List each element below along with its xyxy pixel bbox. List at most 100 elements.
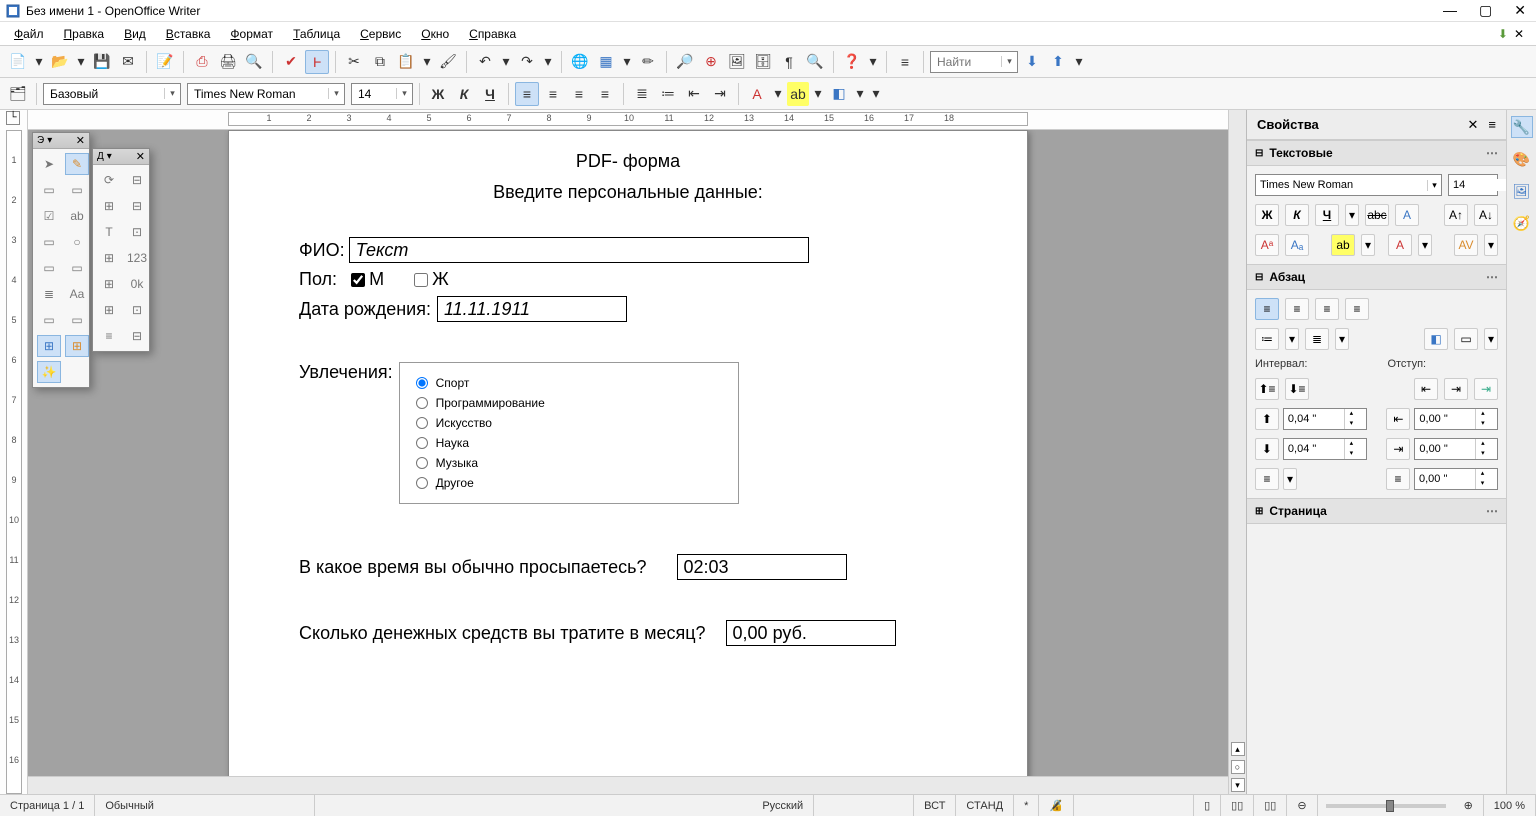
page-section-more[interactable]: ⋯ [1486, 504, 1498, 518]
status-lang[interactable]: Русский [752, 795, 814, 816]
sb-indent-dec[interactable]: ⇤ [1414, 378, 1438, 400]
control-6[interactable]: ○ [65, 231, 89, 253]
control-12[interactable]: ▭ [65, 309, 89, 331]
mcontrol-11[interactable]: ⊞ [97, 299, 121, 321]
sb-strike[interactable]: abc [1365, 204, 1389, 226]
zoom-value[interactable]: 100 % [1484, 795, 1536, 816]
vruler-scale[interactable]: 1 2 3 4 5 6 7 8 9 10 11 12 13 14 15 16 [6, 130, 22, 794]
sb-indent-left[interactable]: ▴▾ [1414, 408, 1498, 430]
control-11[interactable]: ▭ [37, 309, 61, 331]
sb-indent-inc[interactable]: ⇥ [1444, 378, 1468, 400]
paragraph-style-arrow[interactable]: ▾ [164, 88, 180, 99]
font-name-input[interactable] [188, 84, 328, 104]
find-input[interactable] [931, 52, 1001, 72]
hobby-listbox[interactable]: Спорт Программирование Искусство Наука М… [399, 362, 739, 504]
menu-help[interactable]: Справка [461, 25, 524, 43]
sb-bgcolor2[interactable]: ▭ [1454, 328, 1478, 350]
hobby-radio-4[interactable] [416, 457, 428, 469]
highlight-dropdown[interactable]: ▾ [811, 82, 825, 106]
page[interactable]: PDF- форма Введите персональные данные: … [228, 130, 1028, 776]
sb-indent-first[interactable]: ▴▾ [1414, 468, 1498, 490]
align-center-button[interactable]: ≡ [541, 82, 565, 106]
tab-styles[interactable]: 🎨 [1511, 148, 1533, 170]
font-size-combo[interactable]: ▾ [351, 83, 413, 105]
toolbox1-close[interactable]: ✕ [76, 134, 85, 147]
page-section-expand[interactable]: ⊞ [1255, 506, 1263, 517]
zoom-button[interactable]: 🔍 [803, 50, 827, 74]
sb-font-combo[interactable]: ▾ [1255, 174, 1442, 196]
toolbox2-close[interactable]: ✕ [136, 150, 145, 163]
fio-field[interactable]: Текст [349, 237, 809, 263]
sb-highlight[interactable]: ab [1331, 234, 1355, 256]
dob-field[interactable]: 11.11.1911 [437, 296, 627, 322]
para-section-collapse[interactable]: ⊟ [1255, 272, 1263, 283]
styles-window-button[interactable]: 🗂 [6, 82, 30, 106]
bg-color-dropdown[interactable]: ▾ [853, 82, 867, 106]
indent-dec-button[interactable]: ⇤ [682, 82, 706, 106]
sb-align-justify[interactable]: ≡ [1345, 298, 1369, 320]
para-section-more[interactable]: ⋯ [1486, 270, 1498, 284]
font-color-button[interactable]: A [745, 82, 769, 106]
find-dropdown-arrow[interactable]: ▾ [1001, 56, 1017, 67]
draw-button[interactable]: ✏ [636, 50, 660, 74]
control-9[interactable]: ≣ [37, 283, 61, 305]
edit-file-button[interactable]: 📝 [153, 50, 177, 74]
document-area[interactable]: PDF- форма Введите персональные данные: … [28, 130, 1228, 776]
control-1[interactable]: ▭ [37, 179, 61, 201]
tab-gallery[interactable]: 🖼 [1511, 180, 1533, 202]
horizontal-scrollbar[interactable] [28, 776, 1228, 794]
view-multi[interactable]: ▯▯ [1221, 795, 1254, 816]
toolbar2-overflow[interactable]: ▾ [869, 82, 883, 106]
mcontrol-5[interactable]: T [97, 221, 121, 243]
export-pdf-button[interactable]: ⎙ [190, 50, 214, 74]
zoom-out[interactable]: ⊖ [1287, 795, 1317, 816]
paste-button[interactable]: 📋 [394, 50, 418, 74]
control-8[interactable]: ▭ [65, 257, 89, 279]
sb-spacing-dd[interactable]: ▾ [1484, 234, 1498, 256]
control-3[interactable]: ☑ [37, 205, 61, 227]
sb-shadow[interactable]: A [1395, 204, 1419, 226]
status-outline[interactable] [1074, 795, 1194, 816]
menu-edit[interactable]: Правка [56, 25, 113, 43]
design-mode-button[interactable]: ✎ [65, 153, 89, 175]
toolbar1-overflow[interactable]: ▾ [1072, 50, 1086, 74]
sb-sub[interactable]: Aₐ [1285, 234, 1309, 256]
sb-size-combo[interactable]: ▾ [1448, 174, 1498, 196]
sb-hanging[interactable]: ⇥ [1474, 378, 1498, 400]
select-tool[interactable]: ➤ [37, 153, 61, 175]
mcontrol-2[interactable]: ⊟ [125, 169, 149, 191]
save-button[interactable]: 💾 [90, 50, 114, 74]
view-single[interactable]: ▯ [1194, 795, 1221, 816]
find-button[interactable]: 🔎 [673, 50, 697, 74]
sb-bullets-dd[interactable]: ▾ [1285, 328, 1299, 350]
update-icon[interactable]: ⬇ [1498, 27, 1508, 41]
tab-stop-indicator[interactable]: └ [6, 111, 20, 125]
sb-super[interactable]: Aᵃ [1255, 234, 1279, 256]
hyperlink-button[interactable]: 🌐 [568, 50, 592, 74]
wake-field[interactable]: 02:03 [677, 554, 847, 580]
sb-shrink[interactable]: A↓ [1474, 204, 1498, 226]
nonprint-button[interactable]: ¶ [777, 50, 801, 74]
form-controls-toolbox[interactable]: Э▾✕ ➤ ✎ ▭ ▭ ☑ ab ▭ ○ ▭ ▭ ≣ Aa ▭ ▭ ⊞ [32, 132, 90, 388]
open-button[interactable]: 📂 [48, 50, 72, 74]
control-13[interactable]: ⊞ [37, 335, 61, 357]
mcontrol-12[interactable]: ⊡ [125, 299, 149, 321]
menu-tools[interactable]: Сервис [352, 25, 409, 43]
close-doc-icon[interactable]: ✕ [1514, 27, 1524, 41]
toolbox2-menu-icon[interactable]: ▾ [107, 151, 112, 162]
money-field[interactable]: 0,00 руб. [726, 620, 896, 646]
sb-font-arrow[interactable]: ▾ [1427, 180, 1441, 191]
find-box[interactable]: ▾ [930, 51, 1018, 73]
linespacing-dd[interactable]: ▾ [1283, 468, 1297, 490]
paragraph-style-combo[interactable]: ▾ [43, 83, 181, 105]
mcontrol-10[interactable]: 0k [125, 273, 149, 295]
help-button[interactable]: ❓ [840, 50, 864, 74]
numbering-button[interactable]: ≣ [630, 82, 654, 106]
menu-view[interactable]: Вид [116, 25, 154, 43]
text-section-collapse[interactable]: ⊟ [1255, 148, 1263, 159]
mcontrol-1[interactable]: ⟳ [97, 169, 121, 191]
sb-numbering-dd[interactable]: ▾ [1335, 328, 1349, 350]
status-page[interactable]: Страница 1 / 1 [0, 795, 95, 816]
mcontrol-8[interactable]: 123 [125, 247, 149, 269]
control-7[interactable]: ▭ [37, 257, 61, 279]
